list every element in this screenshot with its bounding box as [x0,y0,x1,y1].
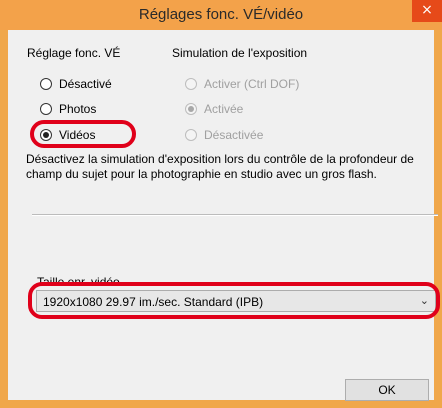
radio-sim-disabled: Désactivée [185,127,263,143]
radio-ve-photos[interactable]: Photos [40,101,96,117]
separator [32,214,438,216]
radio-ve-disabled[interactable]: Désactivé [40,76,112,92]
radio-label: Activée [204,102,244,116]
radio-circle [185,129,197,141]
close-icon: × [421,2,433,18]
highlight-videos-option [30,120,136,148]
dialog-window: Réglages fonc. VÉ/vidéo × [0,0,442,408]
highlight-video-size [28,282,440,319]
ve-setting-heading: Réglage fonc. VÉ [27,46,121,60]
radio-sim-ctrl-dof: Activer (Ctrl DOF) [185,76,299,92]
radio-circle[interactable] [40,78,52,90]
title-bar[interactable]: Réglages fonc. VÉ/vidéo × [0,0,442,30]
radio-label: Activer (Ctrl DOF) [204,77,300,91]
radio-sim-enabled: Activée [185,101,243,117]
window-title: Réglages fonc. VÉ/vidéo [138,6,304,23]
description-text: Désactivez la simulation d'exposition lo… [26,152,414,181]
radio-circle-selected [185,103,197,115]
exposure-simulation-heading: Simulation de l'exposition [172,46,308,60]
ok-button[interactable]: OK [345,379,429,401]
radio-circle[interactable] [40,103,52,115]
radio-label: Désactivé [59,77,112,91]
radio-label: Photos [59,102,97,116]
radio-label: Désactivée [204,128,264,142]
close-button[interactable]: × [412,0,442,22]
radio-circle [185,78,197,90]
